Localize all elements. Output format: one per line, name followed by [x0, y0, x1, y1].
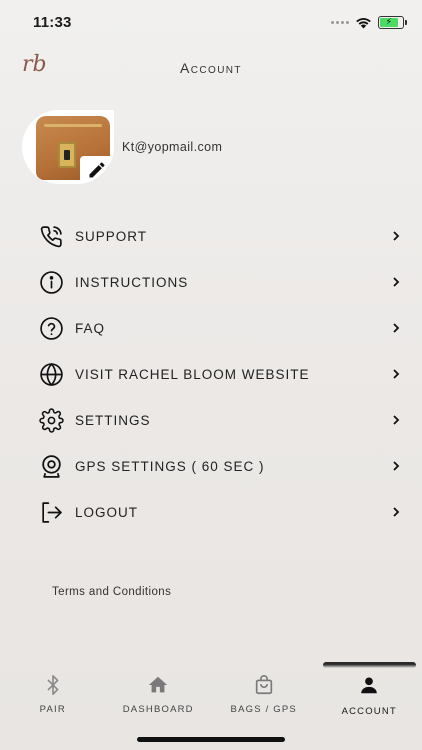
- home-indicator[interactable]: [137, 737, 285, 742]
- battery-icon: ⚡: [378, 15, 407, 29]
- app-header: rb Account: [0, 44, 422, 92]
- profile-email: Kt@yopmail.com: [122, 140, 223, 154]
- tab-label: ACCOUNT: [341, 706, 397, 717]
- tab-label: DASHBOARD: [122, 704, 194, 715]
- chevron-right-icon: [393, 277, 400, 287]
- tab-label: PAIR: [39, 704, 66, 715]
- chevron-right-icon: [393, 415, 400, 425]
- menu-item-faq[interactable]: FAQ: [0, 305, 422, 351]
- pencil-icon: [89, 162, 105, 178]
- terms-link[interactable]: Terms and Conditions: [52, 586, 171, 598]
- menu-item-label: GPS SETTINGS ( 60 SEC ): [75, 458, 265, 474]
- logout-icon: [39, 500, 64, 525]
- menu-item-label: LOGOUT: [75, 504, 139, 520]
- menu-item-label: INSTRUCTIONS: [75, 274, 189, 290]
- signal-icon: [331, 20, 349, 24]
- menu-item-gps-settings[interactable]: GPS SETTINGS ( 60 SEC ): [0, 443, 422, 489]
- chevron-right-icon: [393, 323, 400, 333]
- shopping-bag-icon: [255, 675, 272, 695]
- bluetooth-icon: [47, 675, 59, 695]
- tab-dashboard[interactable]: DASHBOARD: [106, 662, 212, 726]
- tab-bar: PAIR DASHBOARD BAGS / GPS ACCOUNT: [0, 662, 422, 726]
- info-icon: [39, 270, 64, 295]
- menu-item-settings[interactable]: SETTINGS: [0, 397, 422, 443]
- chevron-right-icon: [393, 461, 400, 471]
- menu-item-label: SETTINGS: [75, 412, 151, 428]
- webcam-icon: [39, 454, 64, 479]
- avatar[interactable]: [22, 110, 114, 184]
- question-icon: [39, 316, 64, 341]
- phone-call-icon: [39, 224, 64, 249]
- chevron-right-icon: [393, 507, 400, 517]
- edit-avatar-button[interactable]: [80, 156, 114, 184]
- menu-item-label: VISIT RACHEL BLOOM WEBSITE: [75, 366, 310, 382]
- tab-bags-gps[interactable]: BAGS / GPS: [211, 662, 317, 726]
- menu-item-logout[interactable]: LOGOUT: [0, 489, 422, 535]
- brand-logo: rb: [22, 52, 47, 77]
- menu-item-label: SUPPORT: [75, 228, 148, 244]
- status-icons: ⚡: [331, 15, 407, 29]
- chevron-right-icon: [393, 231, 400, 241]
- profile-section: Kt@yopmail.com: [22, 110, 222, 184]
- menu-item-website[interactable]: VISIT RACHEL BLOOM WEBSITE: [0, 351, 422, 397]
- tab-label: BAGS / GPS: [230, 704, 297, 715]
- user-icon: [361, 677, 378, 694]
- globe-icon: [39, 362, 64, 387]
- menu-item-support[interactable]: SUPPORT: [0, 213, 422, 259]
- status-time: 11:33: [33, 13, 72, 31]
- status-bar: 11:33 ⚡: [0, 0, 422, 44]
- wifi-icon: [356, 17, 371, 28]
- home-icon: [149, 676, 168, 693]
- chevron-right-icon: [393, 369, 400, 379]
- menu-item-label: FAQ: [75, 320, 106, 336]
- tab-pair[interactable]: PAIR: [0, 662, 106, 726]
- menu-item-instructions[interactable]: INSTRUCTIONS: [0, 259, 422, 305]
- tab-account[interactable]: ACCOUNT: [317, 662, 422, 726]
- account-menu: SUPPORT INSTRUCTIONS FAQ VISIT RACHEL BL…: [0, 213, 422, 535]
- page-title: Account: [180, 60, 242, 76]
- active-tab-indicator: [322, 662, 416, 668]
- gear-icon: [39, 407, 64, 433]
